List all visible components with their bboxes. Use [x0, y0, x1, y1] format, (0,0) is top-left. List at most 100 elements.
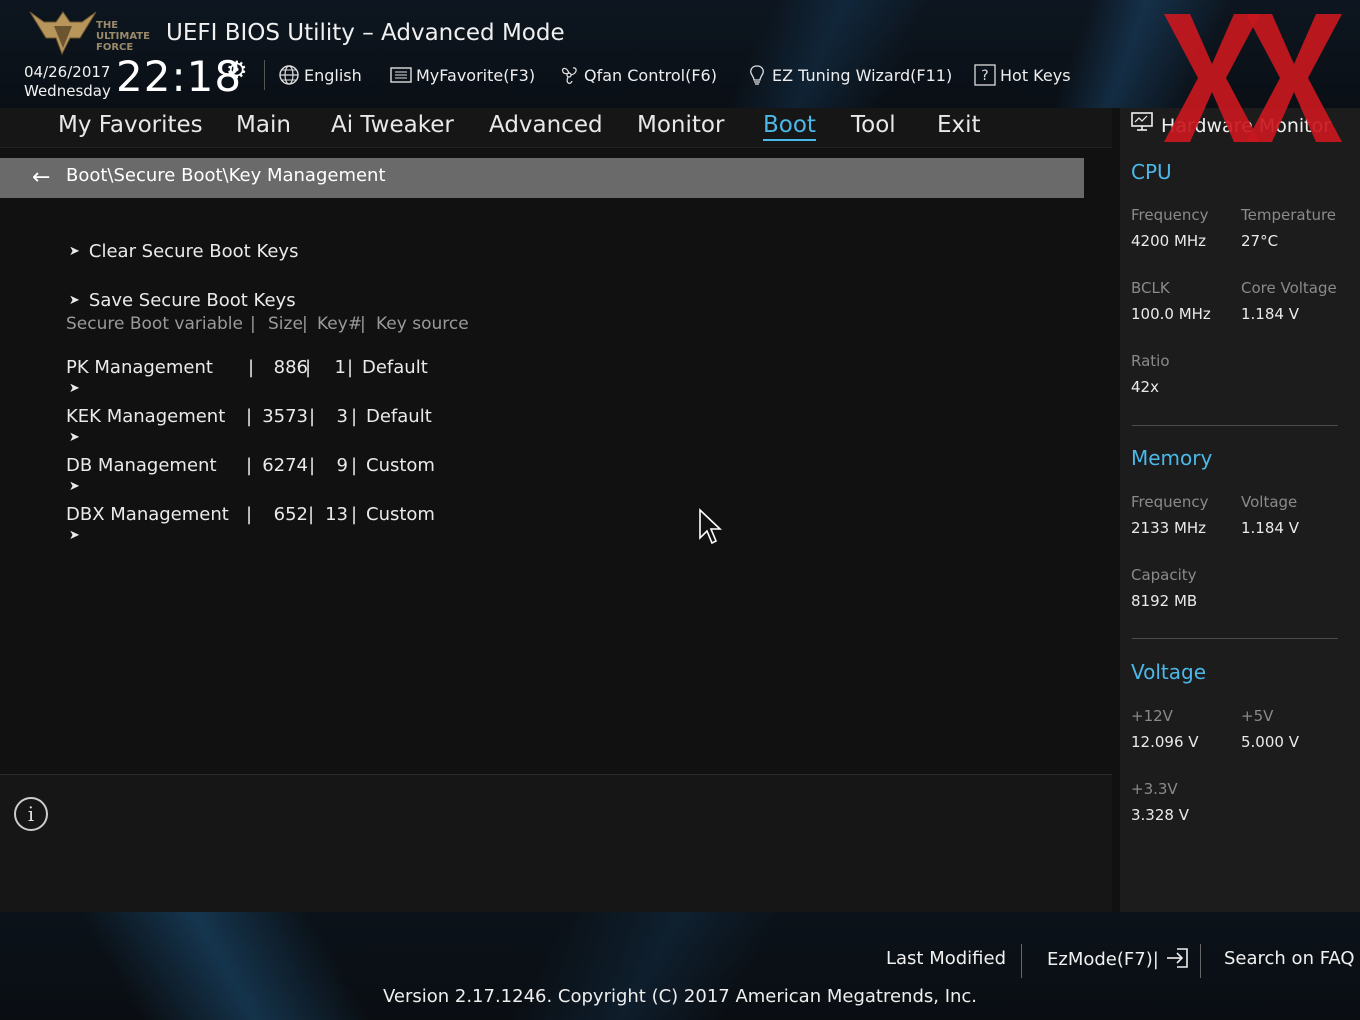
v5-label: +5V	[1241, 707, 1274, 725]
ratio-value: 42x	[1131, 378, 1159, 396]
memory-voltage-value: 1.184 V	[1241, 519, 1299, 537]
cpu-temperature-value: 27°C	[1241, 232, 1279, 250]
header: THE ULTIMATE FORCE UEFI BIOS Utility – A…	[0, 0, 1360, 108]
row-size: 3573	[262, 406, 308, 427]
footer: Last Modified EzMode(F7)| Search on FAQ …	[0, 912, 1360, 1020]
cpu-frequency-label: Frequency	[1131, 206, 1209, 224]
row-sep: |	[308, 504, 315, 525]
chevron-right-icon: ➤	[68, 381, 80, 396]
chevron-right-icon: ➤	[68, 430, 80, 445]
item-label: Clear Secure Boot Keys	[88, 241, 299, 262]
divider	[1021, 944, 1022, 978]
qfan-button[interactable]: Qfan Control(F6)	[558, 62, 717, 88]
ezmode-button[interactable]: EzMode(F7)|	[1047, 948, 1189, 970]
myfavorite-button[interactable]: MyFavorite(F3)	[390, 62, 535, 88]
hardware-monitor-panel: Hardware Monitor CPU Frequency Temperatu…	[1120, 108, 1360, 912]
ezmode-label: EzMode(F7)|	[1047, 949, 1159, 970]
date-display: 04/26/2017 Wednesday	[24, 63, 111, 101]
row-sep: |	[351, 455, 358, 476]
row-source: Custom	[366, 504, 435, 525]
row-source: Custom	[366, 455, 435, 476]
svg-text:?: ?	[981, 68, 988, 84]
ez-tuning-label: EZ Tuning Wizard(F11)	[772, 65, 953, 85]
row-sep: |	[309, 406, 316, 427]
hardware-monitor-title: Hardware Monitor	[1131, 112, 1331, 137]
help-icon: ?	[974, 64, 996, 86]
ratio-label: Ratio	[1131, 352, 1170, 370]
language-button[interactable]: English	[278, 62, 362, 88]
cpu-frequency-value: 4200 MHz	[1131, 232, 1207, 250]
v5-value: 5.000 V	[1241, 733, 1299, 751]
settings-panel: ➤ Clear Secure Boot Keys ➤ Save Secure Boo…	[0, 198, 1112, 766]
row-keys: 3	[336, 406, 348, 427]
myfavorite-label: MyFavorite(F3)	[416, 65, 536, 85]
gear-icon[interactable]: ⚙	[226, 56, 248, 84]
help-info-panel: i	[0, 774, 1112, 912]
qfan-label: Qfan Control(F6)	[584, 65, 717, 85]
menu-tool[interactable]: Tool	[851, 112, 896, 138]
row-size: 652	[273, 504, 308, 525]
header-sep: |	[302, 314, 308, 334]
capacity-label: Capacity	[1131, 566, 1197, 584]
row-size: 886	[273, 357, 308, 378]
row-sep: |	[351, 406, 358, 427]
row-source: Default	[362, 357, 428, 378]
hot-keys-button[interactable]: ? Hot Keys	[974, 62, 1071, 88]
fan-icon	[558, 64, 580, 86]
table-row[interactable]: ➤ DBX Management | 652 | 13 | Custom	[46, 504, 435, 714]
menu-advanced[interactable]: Advanced	[489, 112, 603, 138]
logo-text: THE ULTIMATE FORCE	[96, 20, 150, 53]
header-sep: |	[360, 314, 366, 334]
cpu-temperature-label: Temperature	[1241, 206, 1337, 224]
back-arrow-icon[interactable]: ←	[32, 165, 50, 190]
item-label: Save Secure Boot Keys	[88, 290, 296, 311]
row-name: DB Management	[66, 455, 217, 476]
hardware-monitor-label: Hardware Monitor	[1161, 115, 1332, 137]
header-sep: |	[250, 314, 256, 334]
divider	[1132, 638, 1338, 639]
row-sep: |	[309, 455, 316, 476]
language-label: English	[304, 65, 362, 85]
row-sep: |	[347, 357, 354, 378]
ez-tuning-button[interactable]: EZ Tuning Wizard(F11)	[746, 62, 952, 88]
divider	[264, 60, 265, 90]
capacity-value: 8192 MB	[1131, 592, 1198, 610]
breadcrumb: ← Boot\Secure Boot\Key Management	[0, 158, 1084, 198]
header-source: Key source	[376, 314, 469, 334]
divider	[1200, 944, 1201, 978]
v33-label: +3.3V	[1131, 780, 1178, 798]
menu-monitor[interactable]: Monitor	[637, 112, 724, 138]
weekday-text: Wednesday	[24, 82, 111, 100]
v12-label: +12V	[1131, 707, 1173, 725]
row-size: 6274	[262, 455, 308, 476]
cpu-section-title: CPU	[1131, 160, 1172, 184]
main-menu-bar: My Favorites Main Ai Tweaker Advanced Mo…	[0, 108, 1112, 148]
favorite-list-icon	[390, 64, 412, 86]
menu-main[interactable]: Main	[236, 112, 291, 138]
memory-frequency-label: Frequency	[1131, 493, 1209, 511]
menu-boot[interactable]: Boot	[763, 112, 816, 141]
row-sep: |	[351, 504, 358, 525]
monitor-icon	[1131, 112, 1155, 137]
v12-value: 12.096 V	[1131, 733, 1199, 751]
row-name: KEK Management	[66, 406, 226, 427]
menu-my-favorites[interactable]: My Favorites	[58, 112, 203, 138]
header-keys: Key#	[317, 314, 363, 334]
memory-section-title: Memory	[1131, 446, 1213, 470]
voltage-section-title: Voltage	[1131, 660, 1207, 684]
last-modified-button[interactable]: Last Modified	[886, 948, 1006, 969]
menu-exit[interactable]: Exit	[937, 112, 981, 138]
app-title: UEFI BIOS Utility – Advanced Mode	[166, 20, 565, 46]
menu-ai-tweaker[interactable]: Ai Tweaker	[331, 112, 454, 138]
memory-voltage-label: Voltage	[1241, 493, 1298, 511]
info-icon: i	[14, 797, 48, 831]
memory-frequency-value: 2133 MHz	[1131, 519, 1207, 537]
copyright-text: Version 2.17.1246. Copyright (C) 2017 Am…	[382, 986, 978, 1007]
row-keys: 9	[336, 455, 348, 476]
search-faq-button[interactable]: Search on FAQ	[1224, 948, 1355, 969]
chevron-right-icon: ➤	[68, 244, 80, 259]
lightbulb-icon	[746, 64, 768, 86]
bclk-value: 100.0 MHz	[1131, 305, 1211, 323]
v33-value: 3.328 V	[1131, 806, 1189, 824]
row-source: Default	[366, 406, 432, 427]
